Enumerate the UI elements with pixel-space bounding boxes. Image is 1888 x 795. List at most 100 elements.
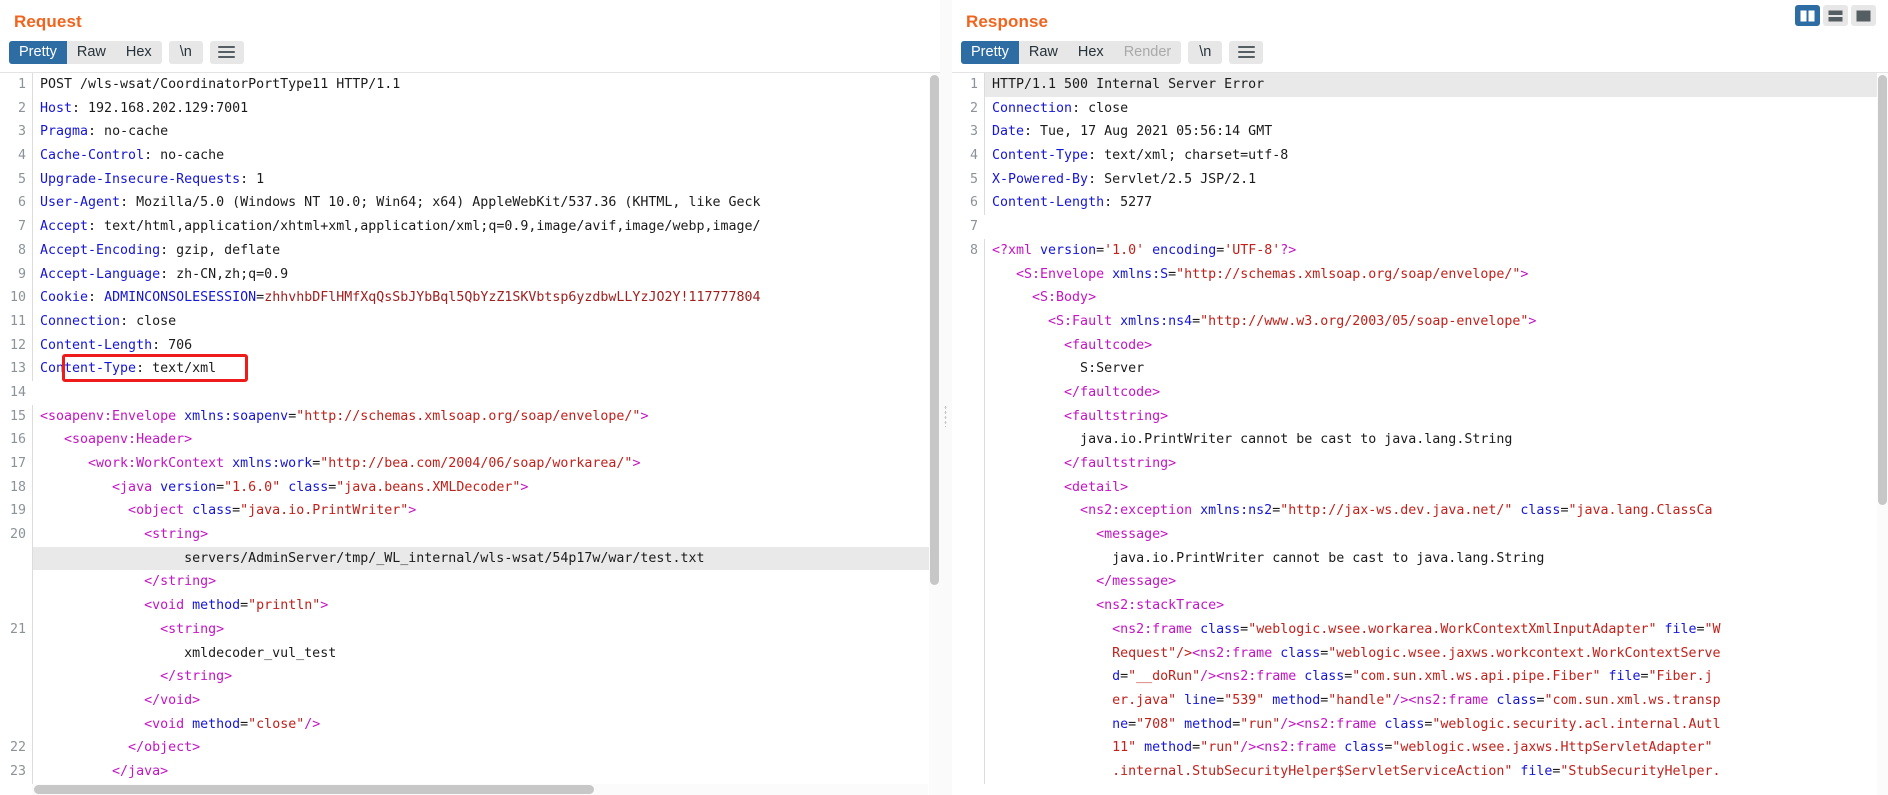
code-line[interactable]: 5 X-Powered-By: Servlet/2.5 JSP/2.1 (952, 167, 1888, 192)
line-text[interactable]: <faultcode> (984, 333, 1888, 358)
line-text[interactable]: <work:WorkContext xmlns:work="http://bea… (32, 452, 940, 476)
response-editor[interactable]: 1 HTTP/1.1 500 Internal Server Error 2 Conn… (952, 72, 1888, 795)
line-text[interactable]: <void method="println"> (32, 594, 940, 618)
line-text[interactable]: er.java" line="539" method="handle"/><ns… (984, 688, 1888, 713)
code-line[interactable]: <detail> (952, 475, 1888, 500)
code-line[interactable]: <ns2:stackTrace> (952, 594, 1888, 618)
line-text[interactable]: </string> (32, 665, 940, 689)
line-text[interactable]: Upgrade-Insecure-Requests: 1 (32, 167, 940, 192)
line-text[interactable]: </java> (32, 759, 940, 784)
response-vscroll-thumb[interactable] (1878, 75, 1887, 505)
line-text[interactable]: <ns2:frame class="weblogic.wsee.workarea… (984, 617, 1888, 642)
code-line[interactable]: 11 Connection: close (0, 309, 940, 334)
line-text[interactable]: d="__doRun"/><ns2:frame class="com.sun.x… (984, 665, 1888, 689)
request-horizontal-scrollbar[interactable] (32, 784, 928, 795)
line-text[interactable]: </string> (32, 570, 940, 595)
code-line[interactable]: <faultcode> (952, 333, 1888, 358)
line-text[interactable]: <S:Body> (984, 286, 1888, 310)
line-text[interactable]: xmldecoder_vul_test (32, 641, 940, 666)
line-text[interactable]: </faultstring> (984, 452, 1888, 476)
code-line[interactable]: 16 <soapenv:Header> (0, 428, 940, 453)
line-text[interactable]: Accept: text/html,application/xhtml+xml,… (32, 215, 940, 239)
code-line[interactable]: er.java" line="539" method="handle"/><ns… (952, 688, 1888, 713)
request-vertical-scrollbar[interactable] (929, 73, 940, 795)
code-line[interactable]: <faultstring> (952, 404, 1888, 429)
line-text[interactable]: <ns2:stackTrace> (984, 594, 1888, 618)
code-line[interactable]: <ns2:exception xmlns:ns2="http://jax-ws.… (952, 499, 1888, 524)
code-line[interactable]: S:Server (952, 357, 1888, 381)
response-tab-hex[interactable]: Hex (1067, 40, 1114, 64)
code-line[interactable]: 23 </java> (0, 759, 940, 784)
line-text[interactable]: <detail> (984, 475, 1888, 500)
line-text[interactable]: </message> (984, 570, 1888, 595)
code-line[interactable]: <void method="println"> (0, 594, 940, 618)
request-tab-hex[interactable]: Hex (115, 40, 162, 64)
code-line[interactable]: </faultcode> (952, 380, 1888, 405)
line-text[interactable]: <message> (984, 523, 1888, 547)
line-text[interactable]: ne="708" method="run"/><ns2:frame class=… (984, 712, 1888, 737)
line-text[interactable]: </faultcode> (984, 380, 1888, 405)
line-text[interactable]: <S:Fault xmlns:ns4="http://www.w3.org/20… (984, 309, 1888, 334)
request-tab-raw[interactable]: Raw (66, 40, 116, 64)
split-vertical-button[interactable] (1795, 5, 1820, 26)
line-text[interactable]: S:Server (984, 357, 1888, 381)
line-text[interactable]: <ns2:exception xmlns:ns2="http://jax-ws.… (984, 499, 1888, 524)
code-line[interactable]: 19 <object class="java.io.PrintWriter"> (0, 499, 940, 524)
line-text[interactable]: Connection: close (984, 96, 1888, 121)
request-code-lines[interactable]: 1 POST /wls-wsat/CoordinatorPortType11 HT… (0, 73, 940, 784)
code-line[interactable]: 3 Date: Tue, 17 Aug 2021 05:56:14 GMT (952, 120, 1888, 145)
code-line[interactable]: 4 Cache-Control: no-cache (0, 144, 940, 168)
code-line[interactable]: 5 Upgrade-Insecure-Requests: 1 (0, 167, 940, 192)
code-line[interactable]: 8 <?xml version='1.0' encoding='UTF-8'?> (952, 238, 1888, 263)
code-line[interactable]: 6 User-Agent: Mozilla/5.0 (Windows NT 10.… (0, 191, 940, 216)
line-text[interactable]: java.io.PrintWriter cannot be cast to ja… (984, 546, 1888, 571)
code-line[interactable]: 2 Connection: close (952, 96, 1888, 121)
code-line[interactable]: 13 Content-Type: text/xml (0, 357, 940, 381)
code-line[interactable]: Request"/><ns2:frame class="weblogic.wse… (952, 641, 1888, 666)
code-line[interactable]: </void> (0, 688, 940, 713)
line-text[interactable]: <S:Envelope xmlns:S="http://schemas.xmls… (984, 262, 1888, 287)
code-line[interactable]: <message> (952, 523, 1888, 547)
code-line[interactable]: 20 <string> (0, 523, 940, 547)
code-line[interactable]: java.io.PrintWriter cannot be cast to ja… (952, 428, 1888, 453)
line-text[interactable]: Host: 192.168.202.129:7001 (32, 96, 940, 121)
code-line[interactable]: <void method="close"/> (0, 712, 940, 737)
pane-splitter[interactable] (940, 0, 952, 795)
code-line[interactable]: </string> (0, 570, 940, 595)
line-text[interactable]: <java version="1.6.0" class="java.beans.… (32, 475, 940, 500)
code-line[interactable]: </message> (952, 570, 1888, 595)
code-line[interactable]: 4 Content-Type: text/xml; charset=utf-8 (952, 144, 1888, 168)
line-text[interactable]: User-Agent: Mozilla/5.0 (Windows NT 10.0… (32, 191, 940, 216)
line-text[interactable]: <object class="java.io.PrintWriter"> (32, 499, 940, 524)
code-line[interactable]: 21 <string> (0, 617, 940, 642)
code-line[interactable]: 22 </object> (0, 736, 940, 760)
request-newline-toggle[interactable]: \n (168, 40, 203, 64)
code-line[interactable]: xmldecoder_vul_test (0, 641, 940, 666)
response-tab-pretty[interactable]: Pretty (961, 40, 1019, 64)
response-menu-button[interactable] (1229, 40, 1264, 64)
code-line[interactable]: 14 (0, 380, 940, 405)
line-text[interactable]: X-Powered-By: Servlet/2.5 JSP/2.1 (984, 167, 1888, 192)
response-tab-raw[interactable]: Raw (1018, 40, 1068, 64)
code-line[interactable]: <S:Body> (952, 286, 1888, 310)
code-line[interactable]: 7 Accept: text/html,application/xhtml+xml… (0, 215, 940, 239)
code-line[interactable]: 1 POST /wls-wsat/CoordinatorPortType11 HT… (0, 73, 940, 97)
code-line[interactable]: </string> (0, 665, 940, 689)
code-line[interactable]: <ns2:frame class="weblogic.wsee.workarea… (952, 617, 1888, 642)
code-line[interactable]: 3 Pragma: no-cache (0, 120, 940, 145)
request-editor[interactable]: 1 POST /wls-wsat/CoordinatorPortType11 HT… (0, 72, 940, 795)
code-line[interactable]: java.io.PrintWriter cannot be cast to ja… (952, 546, 1888, 571)
line-text[interactable]: </object> (32, 736, 940, 760)
line-text[interactable]: Pragma: no-cache (32, 120, 940, 145)
line-text[interactable]: HTTP/1.1 500 Internal Server Error (984, 73, 1888, 97)
code-line[interactable]: </faultstring> (952, 452, 1888, 476)
code-line[interactable]: 18 <java version="1.6.0" class="java.bea… (0, 475, 940, 500)
response-newline-toggle[interactable]: \n (1188, 40, 1223, 64)
line-text[interactable]: .internal.StubSecurityHelper$ServletServ… (984, 759, 1888, 784)
line-text[interactable]: Request"/><ns2:frame class="weblogic.wse… (984, 641, 1888, 666)
code-line[interactable]: 1 HTTP/1.1 500 Internal Server Error (952, 73, 1888, 97)
line-text[interactable]: Cache-Control: no-cache (32, 144, 940, 168)
code-line[interactable]: 8 Accept-Encoding: gzip, deflate (0, 238, 940, 263)
code-line[interactable]: 10 Cookie: ADMINCONSOLESESSION=zhhvhbDFlH… (0, 286, 940, 310)
code-line[interactable]: <S:Envelope xmlns:S="http://schemas.xmls… (952, 262, 1888, 287)
